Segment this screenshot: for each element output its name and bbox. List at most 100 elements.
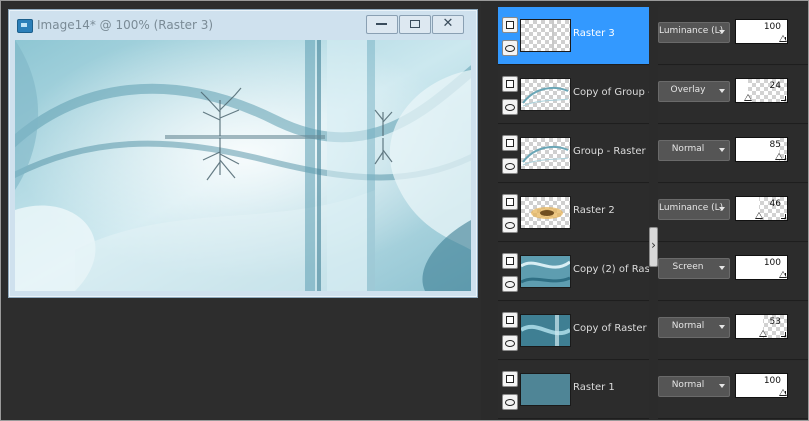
blend-mode-label: Screen (672, 262, 704, 272)
layer-thumbnail (520, 78, 571, 111)
minimize-button[interactable] (366, 15, 398, 34)
blend-mode-label: Normal (671, 321, 705, 331)
layer-properties: Luminance (L) 46 (658, 184, 808, 242)
blend-mode-dropdown[interactable]: Luminance (L) (658, 199, 730, 220)
layer-row[interactable]: Raster 1 Normal 100 (498, 361, 808, 419)
chevron-down-icon (719, 148, 725, 152)
visibility-eye-icon[interactable] (502, 394, 518, 410)
layer-info[interactable]: Raster 2 (498, 184, 649, 242)
chevron-down-icon (719, 384, 725, 388)
visibility-eye-icon[interactable] (502, 217, 518, 233)
opacity-corner-mark (781, 214, 786, 219)
layer-name: Copy of Group - Raster 3 (573, 87, 649, 98)
layer-link-icon[interactable] (502, 312, 518, 328)
opacity-value: 85 (769, 140, 781, 150)
layer-link-icon[interactable] (502, 135, 518, 151)
opacity-pointer-icon[interactable] (755, 212, 764, 219)
opacity-value: 24 (769, 81, 781, 91)
opacity-pointer-icon[interactable] (744, 94, 753, 101)
opacity-slider[interactable]: 46 (735, 196, 788, 221)
opacity-pointer-icon[interactable] (759, 330, 768, 337)
restore-button[interactable] (399, 15, 431, 34)
opacity-slider[interactable]: 100 (735, 255, 788, 280)
layer-thumbnail (520, 314, 571, 347)
layer-link-icon[interactable] (502, 253, 518, 269)
layer-properties: Overlay 24 (658, 66, 808, 124)
layer-row[interactable]: Raster 3 Luminance (L) 100 (498, 7, 808, 65)
opacity-slider[interactable]: 24 (735, 78, 788, 103)
image-window[interactable]: Image14* @ 100% (Raster 3) ✕ (8, 9, 478, 298)
thumbnail-art (521, 315, 570, 346)
layer-row[interactable]: Copy (2) of Raster 1 Screen 100 (498, 243, 808, 301)
layer-link-icon[interactable] (502, 76, 518, 92)
workspace: Image14* @ 100% (Raster 3) ✕ (2, 2, 481, 420)
opacity-corner-mark (781, 332, 786, 337)
visibility-eye-icon[interactable] (502, 99, 518, 115)
blend-mode-label: Overlay (670, 85, 706, 95)
opacity-pointer-icon[interactable] (779, 35, 787, 42)
layer-thumbnail (520, 255, 571, 288)
image-canvas[interactable] (15, 40, 471, 291)
opacity-value: 46 (769, 199, 781, 209)
close-icon: ✕ (442, 16, 454, 31)
blend-mode-label: Luminance (L) (659, 203, 724, 213)
minimize-icon (376, 23, 387, 25)
layer-name: Copy of Raster 1 (573, 323, 649, 334)
image-window-titlebar[interactable]: Image14* @ 100% (Raster 3) ✕ (9, 10, 477, 40)
canvas-artwork (15, 40, 471, 291)
blend-mode-dropdown[interactable]: Normal (658, 376, 730, 397)
opacity-slider[interactable]: 100 (735, 373, 788, 398)
layer-link-icon[interactable] (502, 371, 518, 387)
layer-properties: Normal 85 (658, 125, 808, 183)
thumbnail-art (521, 256, 570, 287)
layer-info[interactable]: Copy (2) of Raster 1 (498, 243, 649, 301)
image-window-title: Image14* @ 100% (Raster 3) (37, 18, 214, 32)
visibility-eye-icon[interactable] (502, 40, 518, 56)
layer-thumbnail (520, 137, 571, 170)
layer-link-icon[interactable] (502, 194, 518, 210)
layer-name: Copy (2) of Raster 1 (573, 264, 649, 275)
opacity-pointer-icon[interactable] (775, 153, 784, 160)
visibility-eye-icon[interactable] (502, 158, 518, 174)
opacity-pointer-icon[interactable] (779, 389, 787, 396)
layer-info[interactable]: Group - Raster 3 (498, 125, 649, 183)
chevron-down-icon (719, 89, 725, 93)
layer-properties: Luminance (L) 100 (658, 7, 808, 65)
opacity-slider[interactable]: 100 (735, 19, 788, 44)
blend-mode-dropdown[interactable]: Luminance (L) (658, 22, 730, 43)
layer-info[interactable]: Raster 3 (498, 7, 649, 65)
blend-mode-label: Luminance (L) (659, 26, 724, 36)
thumbnail-art (521, 374, 570, 405)
layer-info[interactable]: Copy of Raster 1 (498, 302, 649, 360)
layer-row[interactable]: Copy of Raster 1 Normal 53 (498, 302, 808, 360)
layers-panel: Raster 3 Luminance (L) 100 Copy of Group - … (498, 7, 808, 419)
blend-mode-label: Normal (671, 380, 705, 390)
blend-mode-dropdown[interactable]: Overlay (658, 81, 730, 102)
opacity-value: 53 (769, 317, 781, 327)
chevron-down-icon (719, 30, 725, 34)
thumbnail-art (522, 86, 569, 107)
thumbnail-art (531, 207, 563, 219)
thumbnail-art (522, 145, 569, 166)
opacity-slider[interactable]: 85 (735, 137, 788, 162)
layer-name: Raster 1 (573, 382, 615, 393)
visibility-eye-icon[interactable] (502, 335, 518, 351)
layer-info[interactable]: Copy of Group - Raster 3 (498, 66, 649, 124)
opacity-pointer-icon[interactable] (779, 271, 787, 278)
close-button[interactable]: ✕ (432, 15, 464, 34)
blend-mode-dropdown[interactable]: Normal (658, 140, 730, 161)
opacity-value: 100 (763, 376, 781, 386)
opacity-slider[interactable]: 53 (735, 314, 788, 339)
layer-info[interactable]: Raster 1 (498, 361, 649, 419)
layer-row[interactable]: Group - Raster 3 Normal 85 (498, 125, 808, 183)
visibility-eye-icon[interactable] (502, 276, 518, 292)
blend-mode-dropdown[interactable]: Normal (658, 317, 730, 338)
layer-name: Group - Raster 3 (573, 146, 649, 157)
app-frame: Image14* @ 100% (Raster 3) ✕ › Raster 3 … (0, 0, 809, 421)
layer-row[interactable]: Raster 2 Luminance (L) 46 (498, 184, 808, 242)
layer-row[interactable]: Copy of Group - Raster 3 Overlay 24 (498, 66, 808, 124)
blend-mode-dropdown[interactable]: Screen (658, 258, 730, 279)
layer-link-icon[interactable] (502, 17, 518, 33)
image-document-icon (17, 19, 33, 33)
chevron-down-icon (719, 207, 725, 211)
